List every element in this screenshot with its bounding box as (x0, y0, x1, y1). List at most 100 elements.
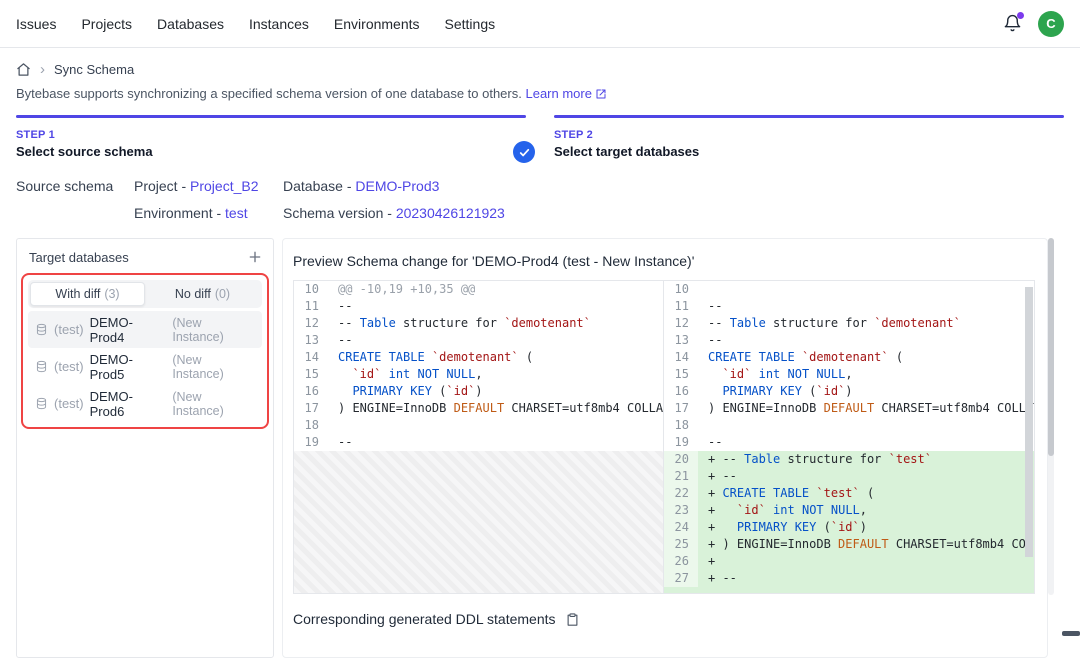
target-databases-panel: Target databases With diff (3) No diff (… (16, 238, 274, 658)
diff-line: 11-- (664, 298, 1034, 315)
diff-line: 22+ CREATE TABLE `test` ( (664, 485, 1034, 502)
schema-version-field: Schema version - 20230426121923 (283, 204, 505, 223)
step-2-title: Select target databases (554, 144, 1064, 159)
highlight-outline: With diff (3) No diff (0) (21, 273, 269, 429)
source-schema-label: Source schema (16, 177, 134, 223)
intro-sentence: Bytebase supports synchronizing a specif… (16, 86, 522, 101)
copy-icon (565, 612, 580, 627)
target-database-item[interactable]: (test) DEMO-Prod5 (New Instance) (28, 348, 262, 385)
horizontal-scrollbar-thumb[interactable] (1062, 631, 1080, 636)
diff-editor[interactable]: 10@@ -10,19 +10,35 @@11--12-- Table stru… (293, 280, 1035, 594)
avatar-initial: C (1046, 16, 1055, 31)
tab-with-diff-count: (3) (104, 287, 119, 301)
top-nav: Issues Projects Databases Instances Envi… (0, 0, 1080, 48)
learn-more-link[interactable]: Learn more (525, 86, 606, 101)
preview-panel: Preview Schema change for 'DEMO-Prod4 (t… (282, 238, 1048, 658)
page-scrollbar[interactable] (1048, 238, 1054, 595)
tab-with-diff[interactable]: With diff (3) (30, 282, 145, 306)
diff-pane-right: 1011--12-- Table structure for `demotena… (664, 281, 1034, 593)
chevron-right-icon: › (40, 62, 45, 77)
diff-line: 13-- (294, 332, 663, 349)
stepper: STEP 1 Select source schema STEP 2 Selec… (16, 115, 1064, 159)
diff-line: 10@@ -10,19 +10,35 @@ (294, 281, 663, 298)
breadcrumb: › Sync Schema (16, 62, 1064, 77)
preview-title: Preview Schema change for 'DEMO-Prod4 (t… (293, 253, 1047, 269)
database-link[interactable]: DEMO-Prod3 (355, 178, 439, 194)
target-database-item[interactable]: (test) DEMO-Prod6 (New Instance) (28, 385, 262, 422)
database-icon (35, 360, 48, 373)
target-database-list: (test) DEMO-Prod4 (New Instance) (test) … (28, 311, 262, 422)
home-button[interactable] (16, 62, 31, 77)
diff-line: 15 `id` int NOT NULL, (664, 366, 1034, 383)
ddl-section-header: Corresponding generated DDL statements (293, 611, 1047, 627)
database-icon (35, 397, 48, 410)
editor-scrollbar[interactable] (1025, 287, 1033, 557)
step-1-bar (16, 115, 526, 118)
environment-link[interactable]: test (225, 205, 248, 221)
step-complete-check-icon (513, 141, 535, 163)
project-link[interactable]: Project_B2 (190, 178, 258, 194)
diff-line: 13-- (664, 332, 1034, 349)
tab-with-diff-label: With diff (55, 287, 100, 301)
step-1-title: Select source schema (16, 144, 526, 159)
nav-right: C (1003, 11, 1064, 37)
database-icon (35, 323, 48, 336)
schema-version-field-label: Schema version - (283, 205, 392, 221)
database-name: DEMO-Prod6 (90, 389, 167, 419)
nav-item-issues[interactable]: Issues (16, 16, 56, 32)
diff-line: 11-- (294, 298, 663, 315)
diff-filler (664, 587, 1034, 593)
step-2: STEP 2 Select target databases (554, 115, 1064, 159)
diff-line: 16 PRIMARY KEY (`id`) (294, 383, 663, 400)
database-suffix: (New Instance) (172, 353, 255, 381)
diff-line: 12-- Table structure for `demotenant` (664, 315, 1034, 332)
diff-line: 21+ -- (664, 468, 1034, 485)
diff-line: 19-- (294, 434, 663, 451)
database-env: (test) (54, 322, 84, 337)
database-field-label: Database - (283, 178, 351, 194)
diff-filler (294, 451, 663, 593)
nav-item-instances[interactable]: Instances (249, 16, 309, 32)
diff-line: 17) ENGINE=InnoDB DEFAULT CHARSET=utf8mb… (294, 400, 663, 417)
database-env: (test) (54, 359, 84, 374)
database-env: (test) (54, 396, 84, 411)
diff-filter-tabs: With diff (3) No diff (0) (28, 280, 262, 308)
source-column-b: Database - DEMO-Prod3 Schema version - 2… (283, 177, 505, 223)
diff-line: 16 PRIMARY KEY (`id`) (664, 383, 1034, 400)
target-panel-header: Target databases (17, 239, 273, 269)
diff-line: 12-- Table structure for `demotenant` (294, 315, 663, 332)
step-2-bar (554, 115, 1064, 118)
tab-no-diff[interactable]: No diff (0) (145, 282, 260, 306)
nav-item-environments[interactable]: Environments (334, 16, 420, 32)
project-field: Project - Project_B2 (134, 177, 283, 196)
diff-line: 25+ ) ENGINE=InnoDB DEFAULT CHARSET=utf8… (664, 536, 1034, 553)
plus-icon (247, 249, 263, 265)
ddl-title: Corresponding generated DDL statements (293, 611, 556, 627)
target-databases-title: Target databases (29, 250, 129, 265)
diff-line: 18 (294, 417, 663, 434)
page-scrollbar-thumb[interactable] (1048, 238, 1054, 456)
home-icon (16, 62, 31, 77)
database-name: DEMO-Prod4 (90, 315, 167, 345)
diff-line: 23+ `id` int NOT NULL, (664, 502, 1034, 519)
diff-line: 20+ -- Table structure for `test` (664, 451, 1034, 468)
user-avatar[interactable]: C (1038, 11, 1064, 37)
database-field: Database - DEMO-Prod3 (283, 177, 505, 196)
diff-line: 14CREATE TABLE `demotenant` ( (664, 349, 1034, 366)
add-target-database-button[interactable] (247, 249, 263, 265)
environment-field-label: Environment - (134, 205, 221, 221)
breadcrumb-current: Sync Schema (54, 62, 134, 77)
copy-ddl-button[interactable] (565, 612, 580, 627)
notification-dot (1017, 12, 1024, 19)
step-1: STEP 1 Select source schema (16, 115, 526, 159)
nav-item-databases[interactable]: Databases (157, 16, 224, 32)
diff-line: 14CREATE TABLE `demotenant` ( (294, 349, 663, 366)
nav-item-settings[interactable]: Settings (445, 16, 496, 32)
notifications-button[interactable] (1003, 14, 1022, 33)
main-content: Target databases With diff (3) No diff (… (16, 238, 1080, 658)
schema-version-link[interactable]: 20230426121923 (396, 205, 505, 221)
tab-no-diff-label: No diff (175, 287, 211, 301)
target-database-item[interactable]: (test) DEMO-Prod4 (New Instance) (28, 311, 262, 348)
nav-item-projects[interactable]: Projects (81, 16, 132, 32)
step-1-eyebrow: STEP 1 (16, 129, 526, 141)
